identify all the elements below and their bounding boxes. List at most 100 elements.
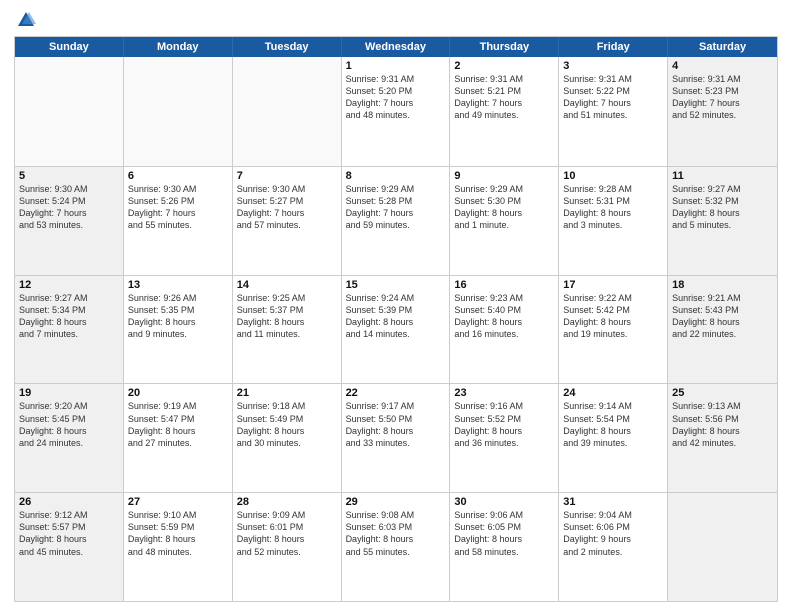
calendar-cell: 3Sunrise: 9:31 AMSunset: 5:22 PMDaylight… bbox=[559, 57, 668, 166]
cell-info: Sunrise: 9:08 AMSunset: 6:03 PMDaylight:… bbox=[346, 509, 446, 558]
cell-info: Sunrise: 9:30 AMSunset: 5:24 PMDaylight:… bbox=[19, 183, 119, 232]
weekday-header: Thursday bbox=[450, 37, 559, 57]
calendar-row: 19Sunrise: 9:20 AMSunset: 5:45 PMDayligh… bbox=[15, 383, 777, 492]
cell-info: Sunrise: 9:14 AMSunset: 5:54 PMDaylight:… bbox=[563, 400, 663, 449]
cell-info: Sunrise: 9:30 AMSunset: 5:26 PMDaylight:… bbox=[128, 183, 228, 232]
logo-icon bbox=[16, 10, 36, 30]
weekday-header: Wednesday bbox=[342, 37, 451, 57]
calendar-cell: 31Sunrise: 9:04 AMSunset: 6:06 PMDayligh… bbox=[559, 493, 668, 601]
calendar-row: 1Sunrise: 9:31 AMSunset: 5:20 PMDaylight… bbox=[15, 57, 777, 166]
day-number: 21 bbox=[237, 387, 337, 399]
day-number: 10 bbox=[563, 170, 663, 182]
calendar-cell: 24Sunrise: 9:14 AMSunset: 5:54 PMDayligh… bbox=[559, 384, 668, 492]
cell-info: Sunrise: 9:12 AMSunset: 5:57 PMDaylight:… bbox=[19, 509, 119, 558]
calendar-cell: 25Sunrise: 9:13 AMSunset: 5:56 PMDayligh… bbox=[668, 384, 777, 492]
calendar-header: SundayMondayTuesdayWednesdayThursdayFrid… bbox=[15, 37, 777, 57]
day-number: 4 bbox=[672, 60, 773, 72]
calendar-cell: 12Sunrise: 9:27 AMSunset: 5:34 PMDayligh… bbox=[15, 276, 124, 384]
day-number: 9 bbox=[454, 170, 554, 182]
day-number: 23 bbox=[454, 387, 554, 399]
calendar-cell: 21Sunrise: 9:18 AMSunset: 5:49 PMDayligh… bbox=[233, 384, 342, 492]
day-number: 15 bbox=[346, 279, 446, 291]
calendar-row: 12Sunrise: 9:27 AMSunset: 5:34 PMDayligh… bbox=[15, 275, 777, 384]
cell-info: Sunrise: 9:09 AMSunset: 6:01 PMDaylight:… bbox=[237, 509, 337, 558]
day-number: 19 bbox=[19, 387, 119, 399]
weekday-header: Sunday bbox=[15, 37, 124, 57]
calendar-cell: 14Sunrise: 9:25 AMSunset: 5:37 PMDayligh… bbox=[233, 276, 342, 384]
calendar-cell bbox=[668, 493, 777, 601]
day-number: 22 bbox=[346, 387, 446, 399]
day-number: 2 bbox=[454, 60, 554, 72]
day-number: 27 bbox=[128, 496, 228, 508]
weekday-header: Monday bbox=[124, 37, 233, 57]
day-number: 7 bbox=[237, 170, 337, 182]
calendar-cell: 19Sunrise: 9:20 AMSunset: 5:45 PMDayligh… bbox=[15, 384, 124, 492]
day-number: 8 bbox=[346, 170, 446, 182]
calendar-row: 5Sunrise: 9:30 AMSunset: 5:24 PMDaylight… bbox=[15, 166, 777, 275]
calendar-cell: 18Sunrise: 9:21 AMSunset: 5:43 PMDayligh… bbox=[668, 276, 777, 384]
day-number: 5 bbox=[19, 170, 119, 182]
cell-info: Sunrise: 9:18 AMSunset: 5:49 PMDaylight:… bbox=[237, 400, 337, 449]
calendar-cell: 13Sunrise: 9:26 AMSunset: 5:35 PMDayligh… bbox=[124, 276, 233, 384]
cell-info: Sunrise: 9:06 AMSunset: 6:05 PMDaylight:… bbox=[454, 509, 554, 558]
calendar-cell: 6Sunrise: 9:30 AMSunset: 5:26 PMDaylight… bbox=[124, 167, 233, 275]
day-number: 6 bbox=[128, 170, 228, 182]
day-number: 16 bbox=[454, 279, 554, 291]
day-number: 12 bbox=[19, 279, 119, 291]
calendar-cell: 11Sunrise: 9:27 AMSunset: 5:32 PMDayligh… bbox=[668, 167, 777, 275]
calendar-cell bbox=[233, 57, 342, 166]
cell-info: Sunrise: 9:26 AMSunset: 5:35 PMDaylight:… bbox=[128, 292, 228, 341]
day-number: 20 bbox=[128, 387, 228, 399]
cell-info: Sunrise: 9:20 AMSunset: 5:45 PMDaylight:… bbox=[19, 400, 119, 449]
calendar-cell: 17Sunrise: 9:22 AMSunset: 5:42 PMDayligh… bbox=[559, 276, 668, 384]
cell-info: Sunrise: 9:23 AMSunset: 5:40 PMDaylight:… bbox=[454, 292, 554, 341]
cell-info: Sunrise: 9:27 AMSunset: 5:34 PMDaylight:… bbox=[19, 292, 119, 341]
day-number: 30 bbox=[454, 496, 554, 508]
day-number: 18 bbox=[672, 279, 773, 291]
cell-info: Sunrise: 9:27 AMSunset: 5:32 PMDaylight:… bbox=[672, 183, 773, 232]
calendar-cell: 5Sunrise: 9:30 AMSunset: 5:24 PMDaylight… bbox=[15, 167, 124, 275]
logo bbox=[14, 10, 36, 30]
cell-info: Sunrise: 9:29 AMSunset: 5:30 PMDaylight:… bbox=[454, 183, 554, 232]
weekday-header: Saturday bbox=[668, 37, 777, 57]
calendar-cell: 30Sunrise: 9:06 AMSunset: 6:05 PMDayligh… bbox=[450, 493, 559, 601]
cell-info: Sunrise: 9:13 AMSunset: 5:56 PMDaylight:… bbox=[672, 400, 773, 449]
day-number: 1 bbox=[346, 60, 446, 72]
cell-info: Sunrise: 9:10 AMSunset: 5:59 PMDaylight:… bbox=[128, 509, 228, 558]
calendar-body: 1Sunrise: 9:31 AMSunset: 5:20 PMDaylight… bbox=[15, 57, 777, 601]
cell-info: Sunrise: 9:16 AMSunset: 5:52 PMDaylight:… bbox=[454, 400, 554, 449]
page: SundayMondayTuesdayWednesdayThursdayFrid… bbox=[0, 0, 792, 612]
calendar-cell bbox=[124, 57, 233, 166]
day-number: 11 bbox=[672, 170, 773, 182]
header bbox=[14, 10, 778, 30]
cell-info: Sunrise: 9:29 AMSunset: 5:28 PMDaylight:… bbox=[346, 183, 446, 232]
cell-info: Sunrise: 9:21 AMSunset: 5:43 PMDaylight:… bbox=[672, 292, 773, 341]
cell-info: Sunrise: 9:31 AMSunset: 5:22 PMDaylight:… bbox=[563, 73, 663, 122]
calendar-cell: 23Sunrise: 9:16 AMSunset: 5:52 PMDayligh… bbox=[450, 384, 559, 492]
cell-info: Sunrise: 9:31 AMSunset: 5:20 PMDaylight:… bbox=[346, 73, 446, 122]
day-number: 17 bbox=[563, 279, 663, 291]
calendar-cell: 7Sunrise: 9:30 AMSunset: 5:27 PMDaylight… bbox=[233, 167, 342, 275]
day-number: 29 bbox=[346, 496, 446, 508]
cell-info: Sunrise: 9:25 AMSunset: 5:37 PMDaylight:… bbox=[237, 292, 337, 341]
calendar-cell: 9Sunrise: 9:29 AMSunset: 5:30 PMDaylight… bbox=[450, 167, 559, 275]
calendar-cell: 8Sunrise: 9:29 AMSunset: 5:28 PMDaylight… bbox=[342, 167, 451, 275]
cell-info: Sunrise: 9:31 AMSunset: 5:23 PMDaylight:… bbox=[672, 73, 773, 122]
calendar-cell: 29Sunrise: 9:08 AMSunset: 6:03 PMDayligh… bbox=[342, 493, 451, 601]
calendar-cell: 22Sunrise: 9:17 AMSunset: 5:50 PMDayligh… bbox=[342, 384, 451, 492]
day-number: 31 bbox=[563, 496, 663, 508]
calendar-cell: 26Sunrise: 9:12 AMSunset: 5:57 PMDayligh… bbox=[15, 493, 124, 601]
cell-info: Sunrise: 9:04 AMSunset: 6:06 PMDaylight:… bbox=[563, 509, 663, 558]
calendar-cell: 15Sunrise: 9:24 AMSunset: 5:39 PMDayligh… bbox=[342, 276, 451, 384]
day-number: 14 bbox=[237, 279, 337, 291]
calendar-cell: 27Sunrise: 9:10 AMSunset: 5:59 PMDayligh… bbox=[124, 493, 233, 601]
calendar-cell bbox=[15, 57, 124, 166]
day-number: 28 bbox=[237, 496, 337, 508]
calendar-cell: 16Sunrise: 9:23 AMSunset: 5:40 PMDayligh… bbox=[450, 276, 559, 384]
cell-info: Sunrise: 9:19 AMSunset: 5:47 PMDaylight:… bbox=[128, 400, 228, 449]
calendar-cell: 1Sunrise: 9:31 AMSunset: 5:20 PMDaylight… bbox=[342, 57, 451, 166]
cell-info: Sunrise: 9:22 AMSunset: 5:42 PMDaylight:… bbox=[563, 292, 663, 341]
day-number: 25 bbox=[672, 387, 773, 399]
weekday-header: Tuesday bbox=[233, 37, 342, 57]
cell-info: Sunrise: 9:24 AMSunset: 5:39 PMDaylight:… bbox=[346, 292, 446, 341]
